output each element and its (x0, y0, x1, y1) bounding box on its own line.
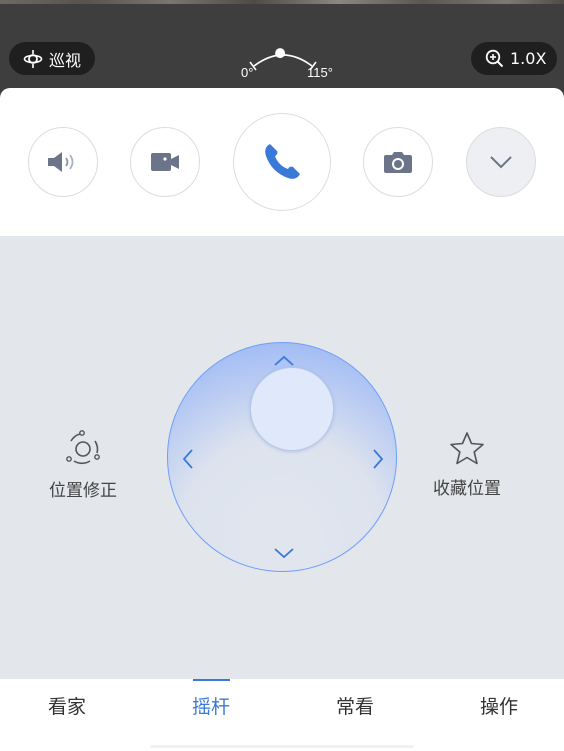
angle-knob (275, 48, 286, 59)
arrow-down-icon[interactable] (272, 545, 296, 561)
tab-home-watch[interactable]: 看家 (27, 692, 107, 719)
bottom-tab-bar: 看家 摇杆 常看 操作 (0, 679, 564, 751)
camera-icon (384, 152, 412, 173)
position-correction-button[interactable]: 位置修正 (44, 428, 122, 501)
home-indicator (150, 745, 414, 748)
save-position-button[interactable]: 收藏位置 (428, 430, 506, 499)
phone-icon (265, 144, 300, 179)
joystick-panel: 位置修正 收藏位置 (0, 236, 564, 679)
record-button[interactable] (130, 127, 200, 197)
tab-operations[interactable]: 操作 (459, 692, 539, 719)
patrol-icon (23, 49, 43, 68)
star-icon (450, 432, 484, 465)
joystick-pad[interactable] (167, 342, 397, 572)
patrol-label: 巡视 (49, 50, 82, 70)
zoom-label: 1.0X (510, 49, 547, 68)
speaker-icon (48, 152, 74, 172)
tab-frequent[interactable]: 常看 (315, 692, 395, 719)
zoom-in-icon (485, 49, 504, 68)
arrow-right-icon[interactable] (370, 447, 386, 471)
tab-joystick[interactable]: 摇杆 (171, 692, 251, 719)
more-button[interactable] (466, 127, 536, 197)
camera-video-view[interactable]: 巡视 0° 115° 1.0X (0, 0, 564, 100)
joystick-knob[interactable] (250, 367, 334, 451)
snapshot-button[interactable] (363, 127, 433, 197)
zoom-button[interactable]: 1.0X (471, 42, 557, 75)
angle-min-label: 0° (241, 65, 254, 80)
chevron-down-icon (490, 156, 512, 169)
video-frame-edge (0, 0, 564, 4)
call-button[interactable] (233, 113, 331, 211)
action-panel (0, 88, 564, 236)
save-position-label: 收藏位置 (433, 479, 501, 499)
video-record-icon (151, 153, 179, 171)
speaker-button[interactable] (28, 127, 98, 197)
position-correction-icon (66, 430, 100, 465)
patrol-button[interactable]: 巡视 (9, 42, 95, 75)
angle-max-label: 115° (307, 65, 333, 80)
active-tab-indicator (193, 679, 230, 681)
position-correction-label: 位置修正 (49, 481, 117, 501)
arrow-left-icon[interactable] (180, 447, 196, 471)
